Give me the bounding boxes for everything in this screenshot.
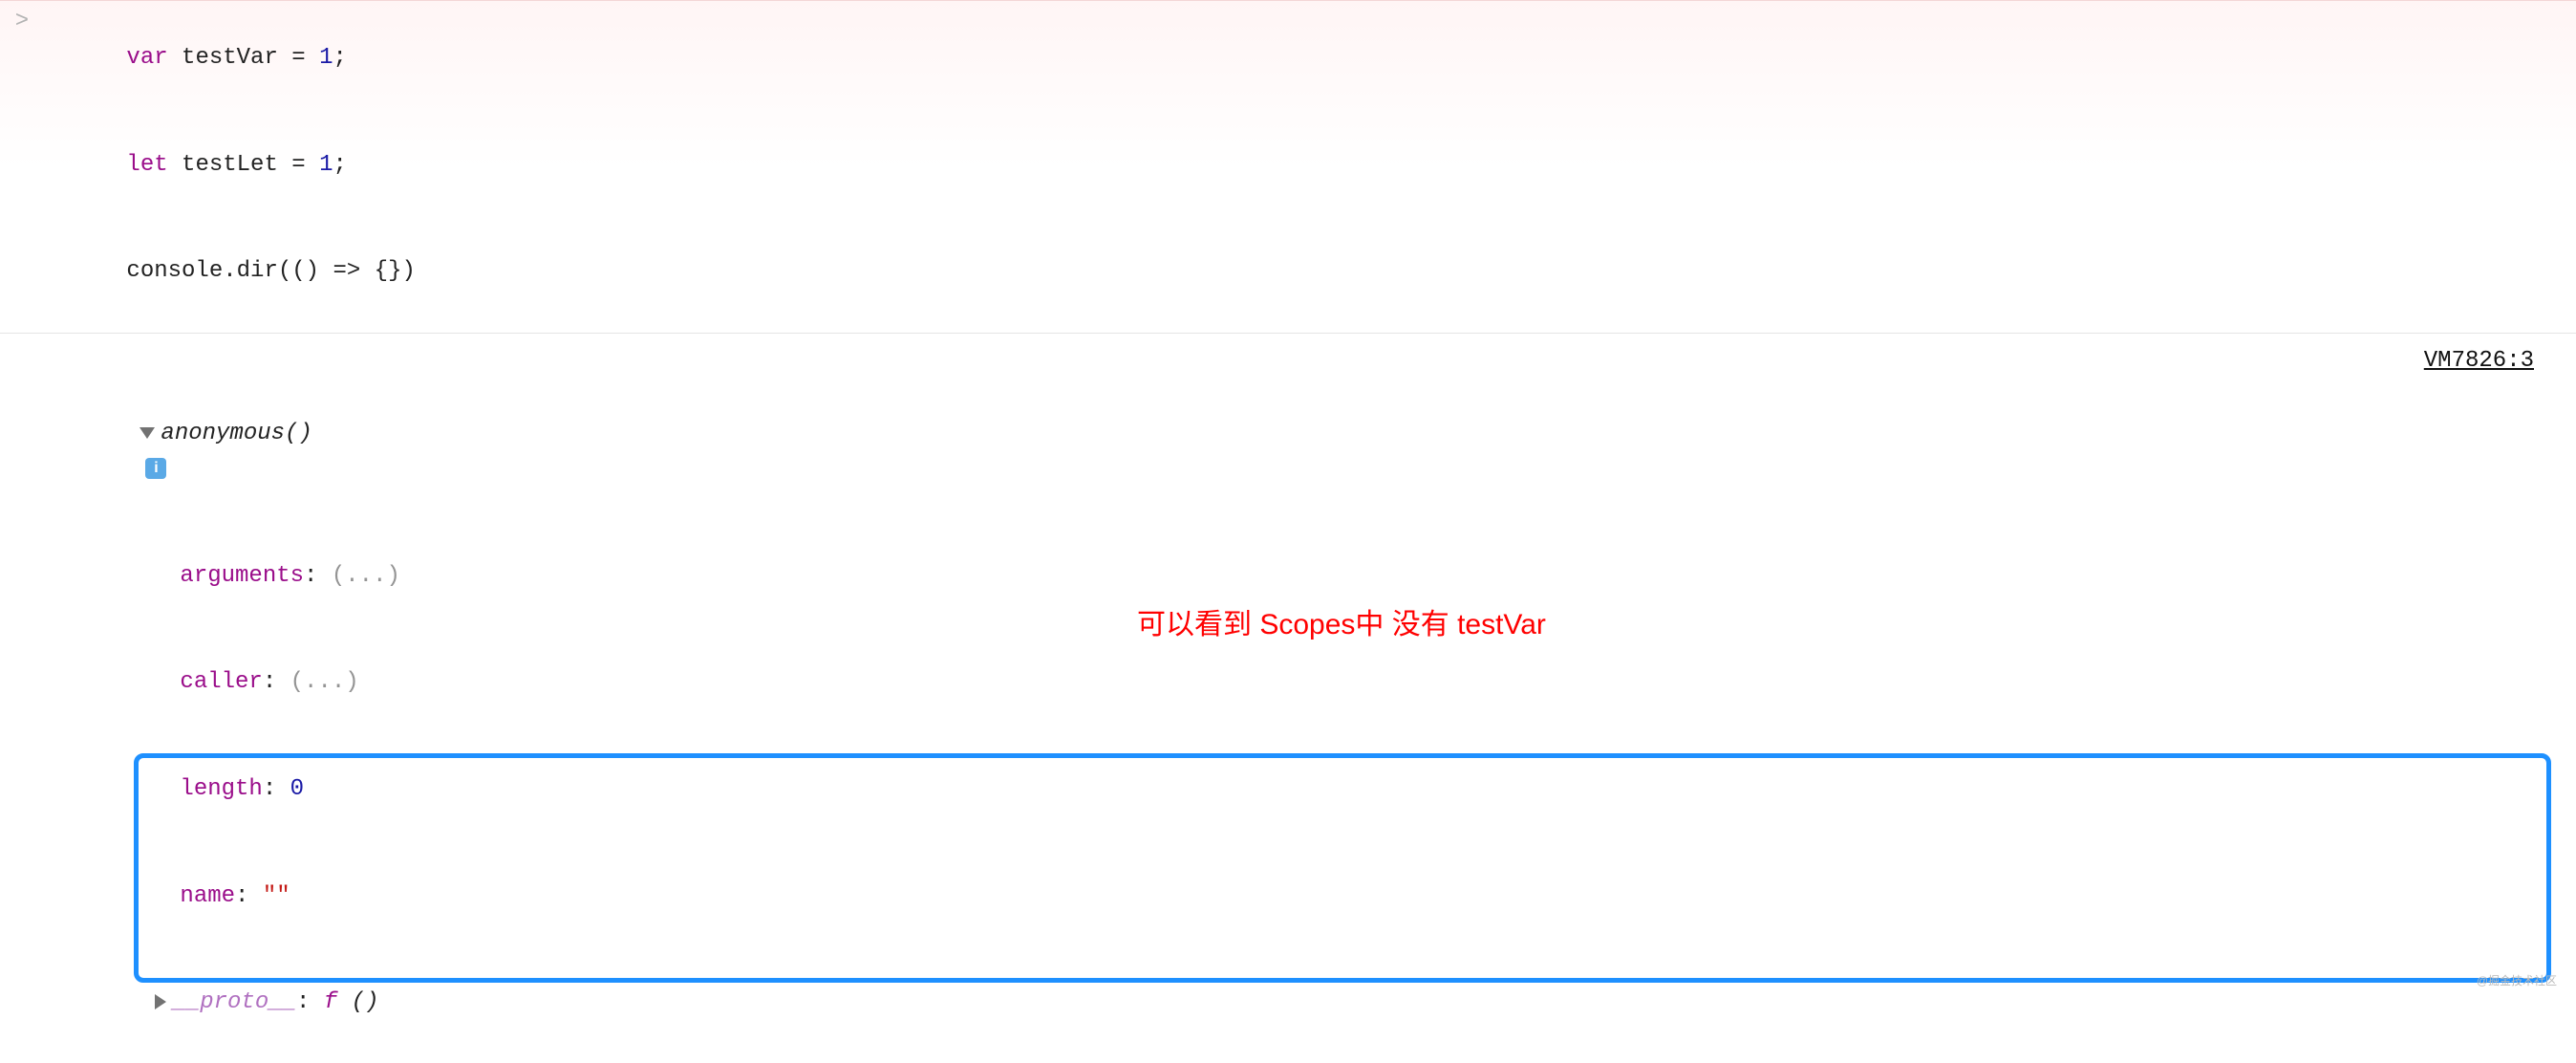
prop-value[interactable]: (...) bbox=[290, 669, 359, 695]
code-text: console.dir(() => {}) bbox=[126, 258, 415, 284]
expand-toggle-icon[interactable] bbox=[155, 994, 166, 1009]
code-text: testVar = bbox=[168, 45, 319, 71]
function-f: f bbox=[324, 989, 337, 1015]
info-icon[interactable]: i bbox=[145, 458, 166, 479]
number-literal: 1 bbox=[319, 152, 333, 178]
prop-proto[interactable]: __proto__: f () bbox=[19, 949, 2557, 1056]
code-text: ; bbox=[333, 45, 346, 71]
source-link-row: VM7826:3 bbox=[44, 337, 2557, 380]
prop-value: "" bbox=[263, 883, 290, 909]
console-output-row: VM7826:3 anonymous() i arguments: (...) … bbox=[0, 334, 2576, 1063]
keyword-let: let bbox=[126, 152, 167, 178]
expand-toggle-icon[interactable] bbox=[140, 427, 155, 439]
prop-function-location[interactable]: [[FunctionLocation]]: VM7826:3 bbox=[44, 1055, 2557, 1063]
prop-key: caller bbox=[180, 669, 262, 695]
console-input-code[interactable]: var testVar = 1; let testLet = 1; consol… bbox=[44, 5, 2576, 325]
object-header[interactable]: anonymous() i bbox=[44, 380, 2557, 523]
prop-key: __proto__ bbox=[172, 989, 296, 1015]
prop-key: length bbox=[180, 776, 262, 802]
code-text: testLet = bbox=[168, 152, 319, 178]
watermark: @掘金技术社区 bbox=[2477, 972, 2557, 988]
console-output-content: VM7826:3 anonymous() i arguments: (...) … bbox=[44, 337, 2576, 1063]
number-literal: 1 bbox=[319, 45, 333, 71]
input-marker: > bbox=[0, 5, 44, 34]
prop-key: arguments bbox=[180, 563, 304, 589]
prop-key: name bbox=[180, 883, 235, 909]
code-text: ; bbox=[333, 152, 346, 178]
source-link[interactable]: VM7826:3 bbox=[2424, 343, 2534, 379]
keyword-var: var bbox=[126, 45, 167, 71]
prop-length[interactable]: length: 0 bbox=[44, 736, 2557, 843]
prop-value[interactable]: (...) bbox=[332, 563, 400, 589]
console-input-row: > var testVar = 1; let testLet = 1; cons… bbox=[0, 0, 2576, 334]
prop-value: 0 bbox=[290, 776, 304, 802]
prop-value: () bbox=[337, 989, 378, 1015]
annotation-text: 可以看到 Scopes中 没有 testVar bbox=[1137, 600, 1546, 642]
prop-name[interactable]: name: "" bbox=[44, 842, 2557, 949]
prop-caller[interactable]: caller: (...) bbox=[44, 629, 2557, 736]
function-name: anonymous() bbox=[161, 421, 311, 446]
output-marker bbox=[0, 337, 44, 341]
